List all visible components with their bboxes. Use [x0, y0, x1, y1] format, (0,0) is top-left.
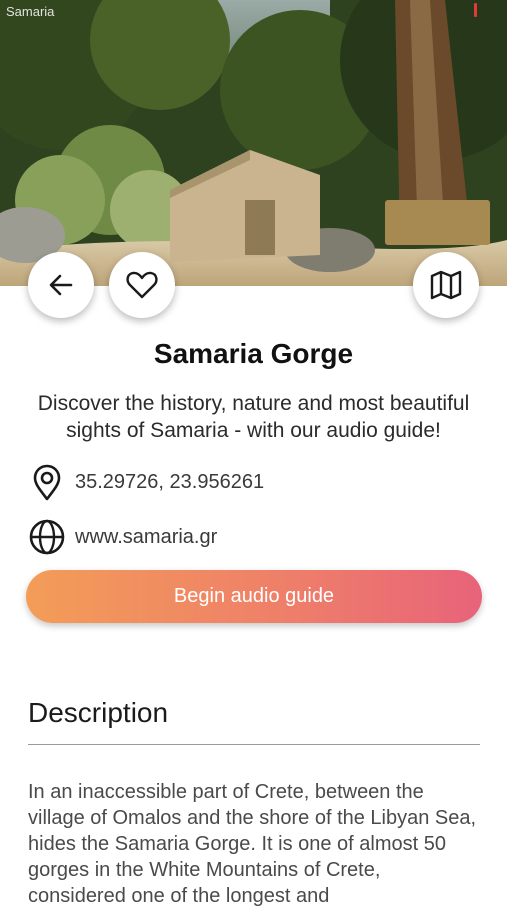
hero-photo [0, 0, 507, 286]
heart-outline-icon [126, 271, 158, 299]
back-button[interactable] [28, 252, 94, 318]
arrow-left-icon [49, 274, 73, 296]
section-divider [28, 744, 480, 745]
hero-image: Samaria [0, 0, 507, 286]
map-icon [430, 270, 462, 300]
page-subtitle: Discover the history, nature and most be… [37, 392, 470, 442]
map-button[interactable] [413, 252, 479, 318]
website-row[interactable]: www.samaria.gr [28, 518, 217, 556]
location-pin-icon [28, 463, 66, 501]
description-text: In an inaccessible part of Crete, betwee… [28, 781, 477, 907]
battery-indicator [474, 3, 477, 17]
description-heading: Description [28, 697, 169, 728]
page-title: Samaria Gorge [153, 338, 354, 369]
favorite-button[interactable] [109, 252, 175, 318]
coordinates-row[interactable]: 35.29726, 23.956261 [28, 463, 264, 501]
website-link: www.samaria.gr [75, 525, 218, 548]
status-bar-text: Samaria [6, 4, 55, 19]
coordinates-text: 35.29726, 23.956261 [75, 470, 265, 493]
begin-audio-guide-button[interactable]: Begin audio guide [26, 570, 482, 623]
globe-icon [28, 518, 66, 556]
